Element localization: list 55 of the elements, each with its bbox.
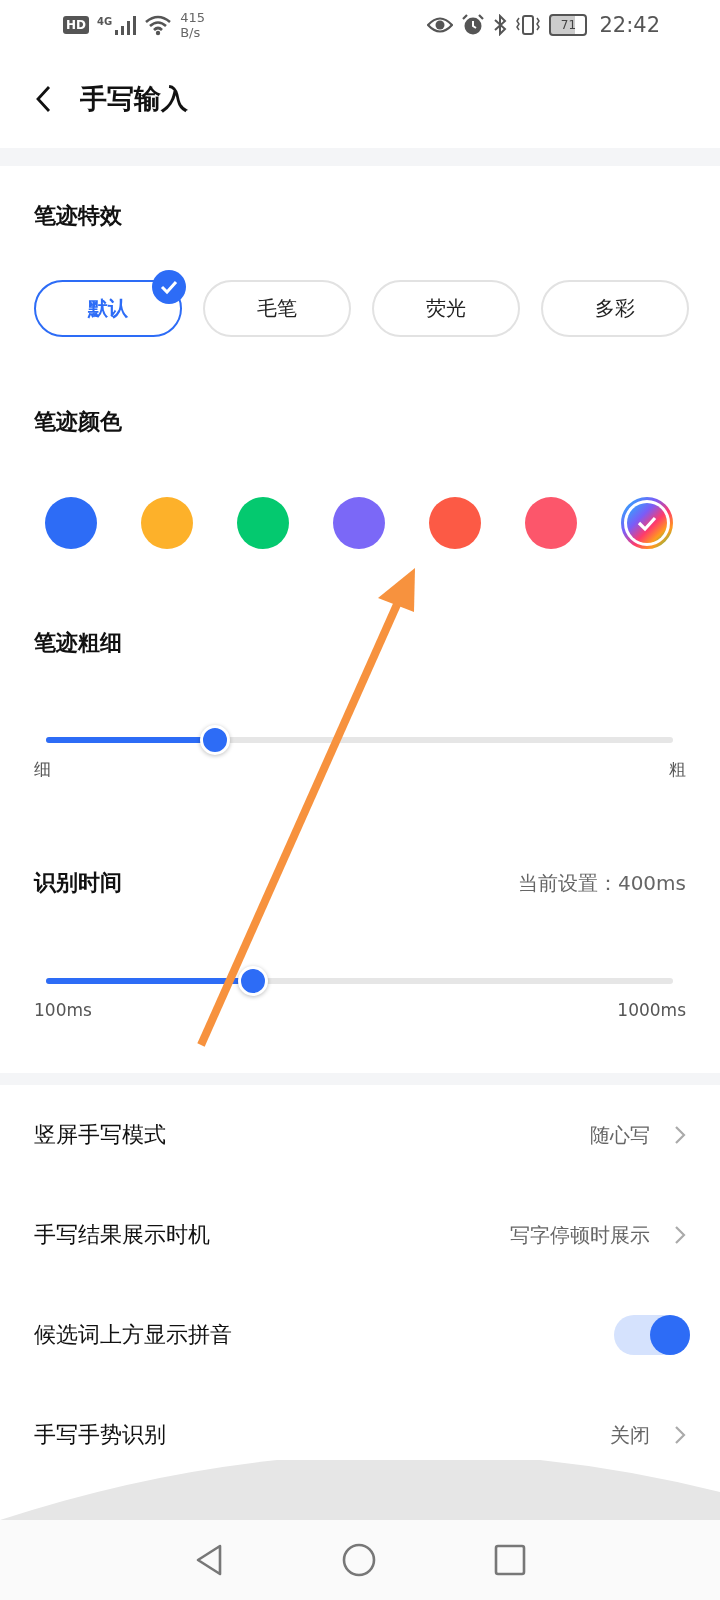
effect-option[interactable]: 多彩 [541, 280, 689, 337]
eye-icon [427, 16, 454, 34]
setting-row[interactable]: 竖屏手写模式 随心写 [0, 1109, 720, 1161]
speed-value: 415 [180, 10, 205, 25]
signal-icon [114, 14, 137, 36]
recents-icon[interactable] [494, 1544, 526, 1576]
alarm-icon [461, 14, 486, 36]
home-icon[interactable] [342, 1543, 376, 1577]
color-swatch[interactable] [45, 497, 97, 549]
setting-row[interactable]: 候选词上方显示拼音 [0, 1309, 720, 1361]
section-title: 识别时间 [34, 869, 122, 897]
chevron-icon [674, 1425, 686, 1445]
color-swatch[interactable] [429, 497, 481, 549]
setting-label: 候选词上方显示拼音 [34, 1321, 233, 1349]
setting-value: 写字停顿时展示 [510, 1221, 650, 1249]
effect-option[interactable]: 荧光 [372, 280, 520, 337]
battery-level: 71 [560, 18, 577, 32]
color-swatch[interactable] [237, 497, 289, 549]
min-label: 100ms [34, 999, 92, 1021]
setting-label: 手写结果展示时机 [34, 1221, 211, 1249]
min-label: 细 [34, 758, 51, 780]
current-setting: 当前设置：400ms [517, 869, 686, 897]
slider-track[interactable] [46, 737, 673, 743]
network-label: 4G [97, 16, 113, 27]
section-title: 笔迹特效 [34, 202, 123, 230]
effect-option[interactable]: 毛笔 [203, 280, 351, 337]
check-icon [152, 270, 186, 304]
setting-row[interactable]: 手写结果展示时机 写字停顿时展示 [0, 1209, 720, 1261]
setting-label: 手写手势识别 [34, 1421, 167, 1449]
toggle-switch[interactable] [614, 1315, 690, 1355]
setting-value: 关闭 [610, 1421, 650, 1449]
wifi-icon [144, 14, 173, 36]
rainbow-swatch[interactable] [621, 497, 673, 549]
chevron-icon [674, 1125, 686, 1145]
setting-row[interactable]: 手写手势识别 关闭 [0, 1409, 720, 1461]
speed-unit: B/s [180, 25, 202, 40]
section-title: 笔迹粗细 [34, 629, 122, 657]
bluetooth-icon [493, 14, 508, 36]
hd-badge: HD [63, 16, 89, 34]
page-title: 手写输入 [80, 82, 188, 116]
setting-label: 竖屏手写模式 [34, 1121, 167, 1149]
max-label: 1000ms [617, 999, 686, 1021]
vibrate-icon [515, 14, 542, 36]
color-swatch[interactable] [333, 497, 385, 549]
color-swatch[interactable] [141, 497, 193, 549]
max-label: 粗 [669, 758, 686, 780]
setting-value: 随心写 [590, 1121, 650, 1149]
slider-thumb[interactable] [200, 725, 231, 755]
color-swatch[interactable] [525, 497, 577, 549]
slider-track[interactable] [46, 978, 673, 984]
slider-thumb[interactable] [237, 966, 268, 996]
effect-option[interactable]: 默认 [34, 280, 182, 337]
section-title: 笔迹颜色 [34, 408, 123, 436]
clock: 22:42 [599, 13, 660, 37]
chevron-icon [674, 1225, 686, 1245]
